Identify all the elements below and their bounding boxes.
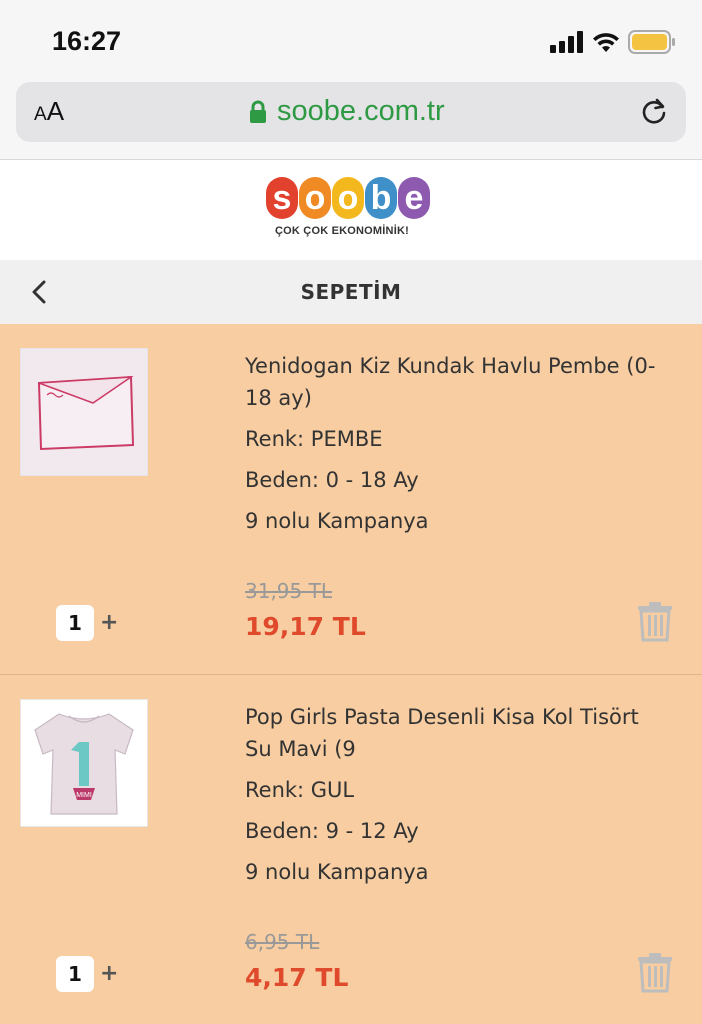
tshirt-image: MIMI (21, 700, 147, 826)
site-header: s o o b e ÇOK ÇOK EKONOMİNİK! (0, 160, 702, 260)
wifi-icon (593, 33, 619, 52)
product-image[interactable]: MIMI (20, 699, 148, 827)
quantity-increase-button[interactable]: + (100, 605, 120, 641)
logo-tagline: ÇOK ÇOK EKONOMİNİK! (275, 225, 409, 237)
url-display[interactable]: soobe.com.tr (249, 95, 445, 128)
svg-text:MIMI: MIMI (76, 792, 92, 799)
logo-letter: b (365, 177, 397, 219)
logo-letter: s (266, 177, 298, 219)
product-campaign: 9 nolu Kampanya (245, 509, 429, 533)
product-color: Renk: GUL (245, 778, 355, 802)
product-size: Beden: 0 - 18 Ay (245, 468, 419, 492)
old-price: 6,95 TL (245, 930, 320, 954)
quantity-field[interactable]: 1 (56, 956, 94, 992)
page-title: SEPETİM (300, 280, 402, 304)
product-campaign: 9 nolu Kampanya (245, 860, 429, 884)
quantity-field[interactable]: 1 (56, 605, 94, 641)
product-image[interactable] (20, 348, 148, 476)
cart-item: Yenidogan Kiz Kundak Havlu Pembe (0-18 a… (0, 324, 702, 674)
browser-address-area: AA soobe.com.tr (0, 80, 702, 160)
page-header: SEPETİM (0, 260, 702, 324)
status-bar: 16:27 (0, 0, 702, 80)
trash-icon[interactable] (636, 951, 674, 993)
status-icons (550, 29, 676, 55)
soobe-logo[interactable]: s o o b e ÇOK ÇOK EKONOMİNİK! (266, 177, 436, 257)
url-text: soobe.com.tr (277, 95, 445, 127)
text-size-button[interactable]: AA (34, 96, 64, 127)
lock-icon (250, 100, 266, 123)
signal-icon (550, 31, 583, 53)
reload-icon[interactable] (638, 96, 670, 128)
trash-icon[interactable] (636, 600, 674, 642)
cart-item: MIMI Pop Girls Pasta Desenli Kisa Kol Ti… (0, 674, 702, 1024)
product-size: Beden: 9 - 12 Ay (245, 819, 419, 843)
logo-letter: o (332, 177, 364, 219)
current-price: 19,17 TL (245, 612, 366, 641)
product-color: Renk: PEMBE (245, 427, 383, 451)
logo-letter: e (398, 177, 430, 219)
cart-list: Yenidogan Kiz Kundak Havlu Pembe (0-18 a… (0, 324, 702, 1024)
towel-image (21, 349, 147, 475)
logo-letters: s o o b e (266, 177, 436, 219)
product-name[interactable]: Yenidogan Kiz Kundak Havlu Pembe (0-18 a… (245, 350, 665, 414)
current-price: 4,17 TL (245, 963, 349, 992)
product-info: Pop Girls Pasta Desenli Kisa Kol Tisört … (245, 701, 665, 897)
quantity-increase-button[interactable]: + (100, 956, 120, 992)
battery-icon (628, 30, 675, 54)
product-name[interactable]: Pop Girls Pasta Desenli Kisa Kol Tisört … (245, 701, 665, 765)
product-info: Yenidogan Kiz Kundak Havlu Pembe (0-18 a… (245, 350, 665, 546)
status-time: 16:27 (52, 26, 122, 56)
old-price: 31,95 TL (245, 579, 332, 603)
logo-letter: o (299, 177, 331, 219)
address-bar[interactable]: AA soobe.com.tr (16, 82, 686, 142)
